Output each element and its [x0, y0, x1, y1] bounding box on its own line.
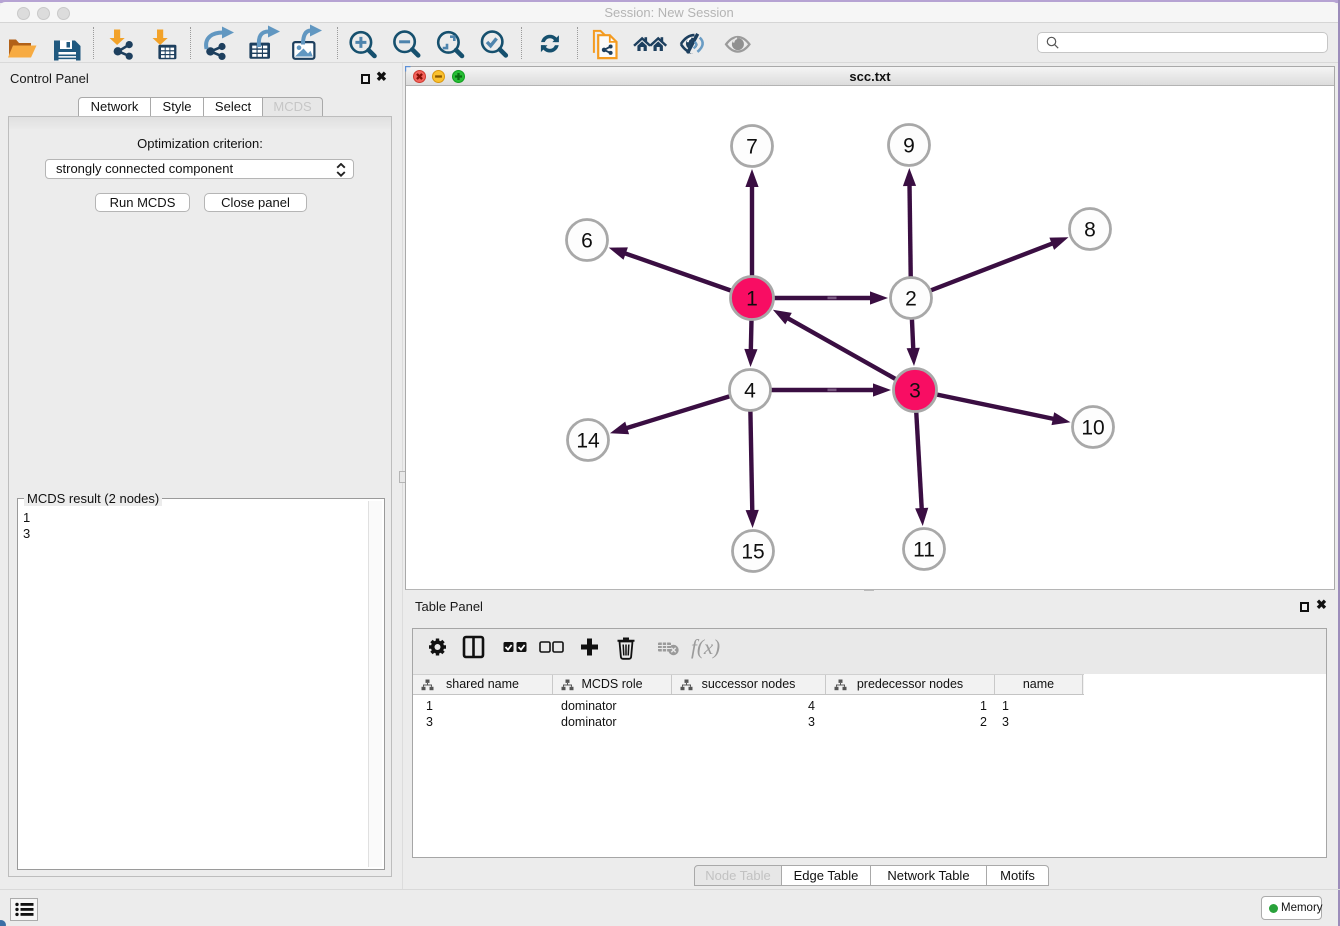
svg-text:1: 1 [746, 288, 758, 311]
svg-text:6: 6 [581, 230, 593, 253]
svg-text:8: 8 [1084, 219, 1096, 242]
svg-text:3: 3 [909, 380, 921, 403]
svg-text:15: 15 [741, 541, 764, 564]
svg-text:4: 4 [744, 380, 756, 403]
svg-text:f(x): f(x) [691, 635, 720, 659]
svg-text:7: 7 [746, 136, 758, 159]
svg-text:14: 14 [576, 430, 600, 453]
svg-text:9: 9 [903, 135, 915, 158]
svg-text:11: 11 [913, 539, 935, 562]
svg-text:10: 10 [1081, 417, 1104, 440]
svg-text:2: 2 [905, 288, 917, 311]
